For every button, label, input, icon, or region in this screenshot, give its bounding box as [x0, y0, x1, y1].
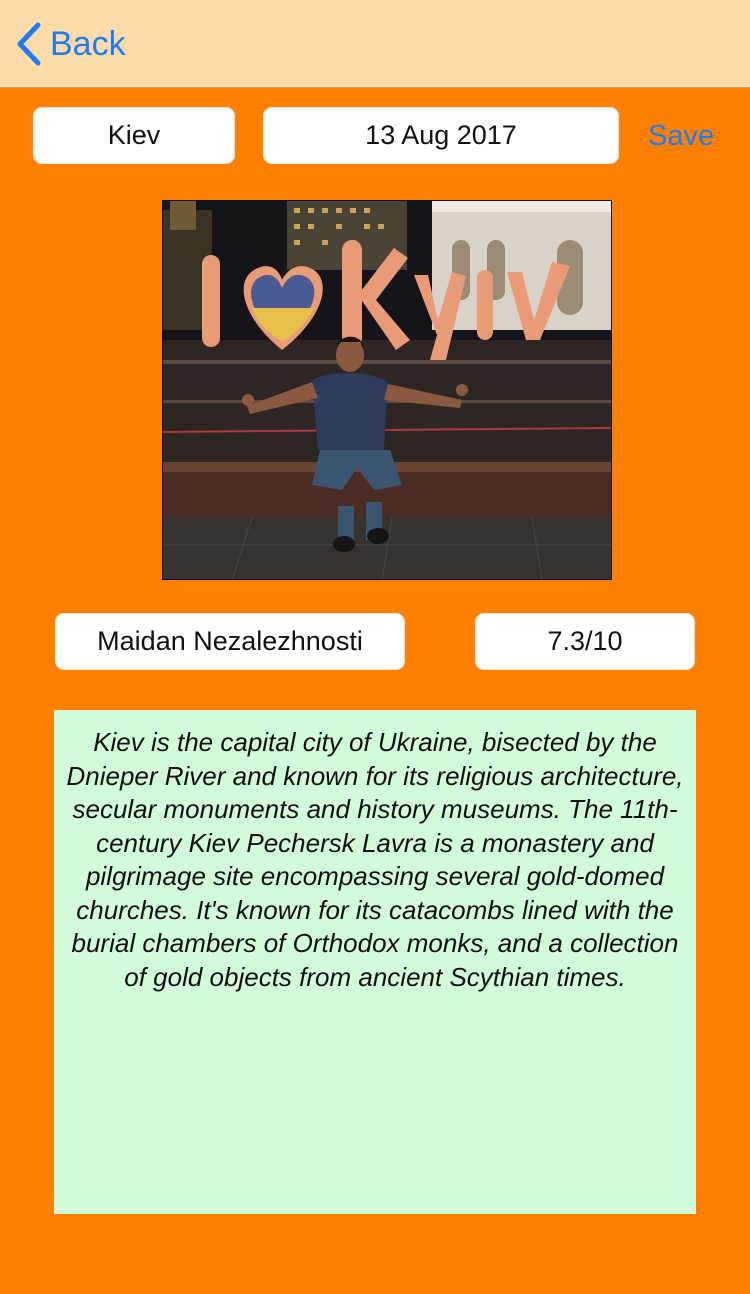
- back-button-label: Back: [50, 24, 126, 63]
- place-field[interactable]: Maidan Nezalezhnosti: [55, 613, 405, 670]
- city-field[interactable]: Kiev: [33, 107, 235, 164]
- date-field[interactable]: 13 Aug 2017: [263, 107, 619, 164]
- save-button[interactable]: Save: [648, 113, 714, 159]
- back-button[interactable]: Back: [14, 20, 126, 68]
- trip-photo-image: [162, 200, 612, 580]
- chevron-left-icon: [17, 22, 41, 66]
- trip-photo[interactable]: [162, 200, 612, 580]
- navigation-bar: Back: [0, 0, 750, 88]
- rating-field[interactable]: 7.3/10: [475, 613, 695, 670]
- description-text-area[interactable]: Kiev is the capital city of Ukraine, bis…: [54, 710, 696, 1214]
